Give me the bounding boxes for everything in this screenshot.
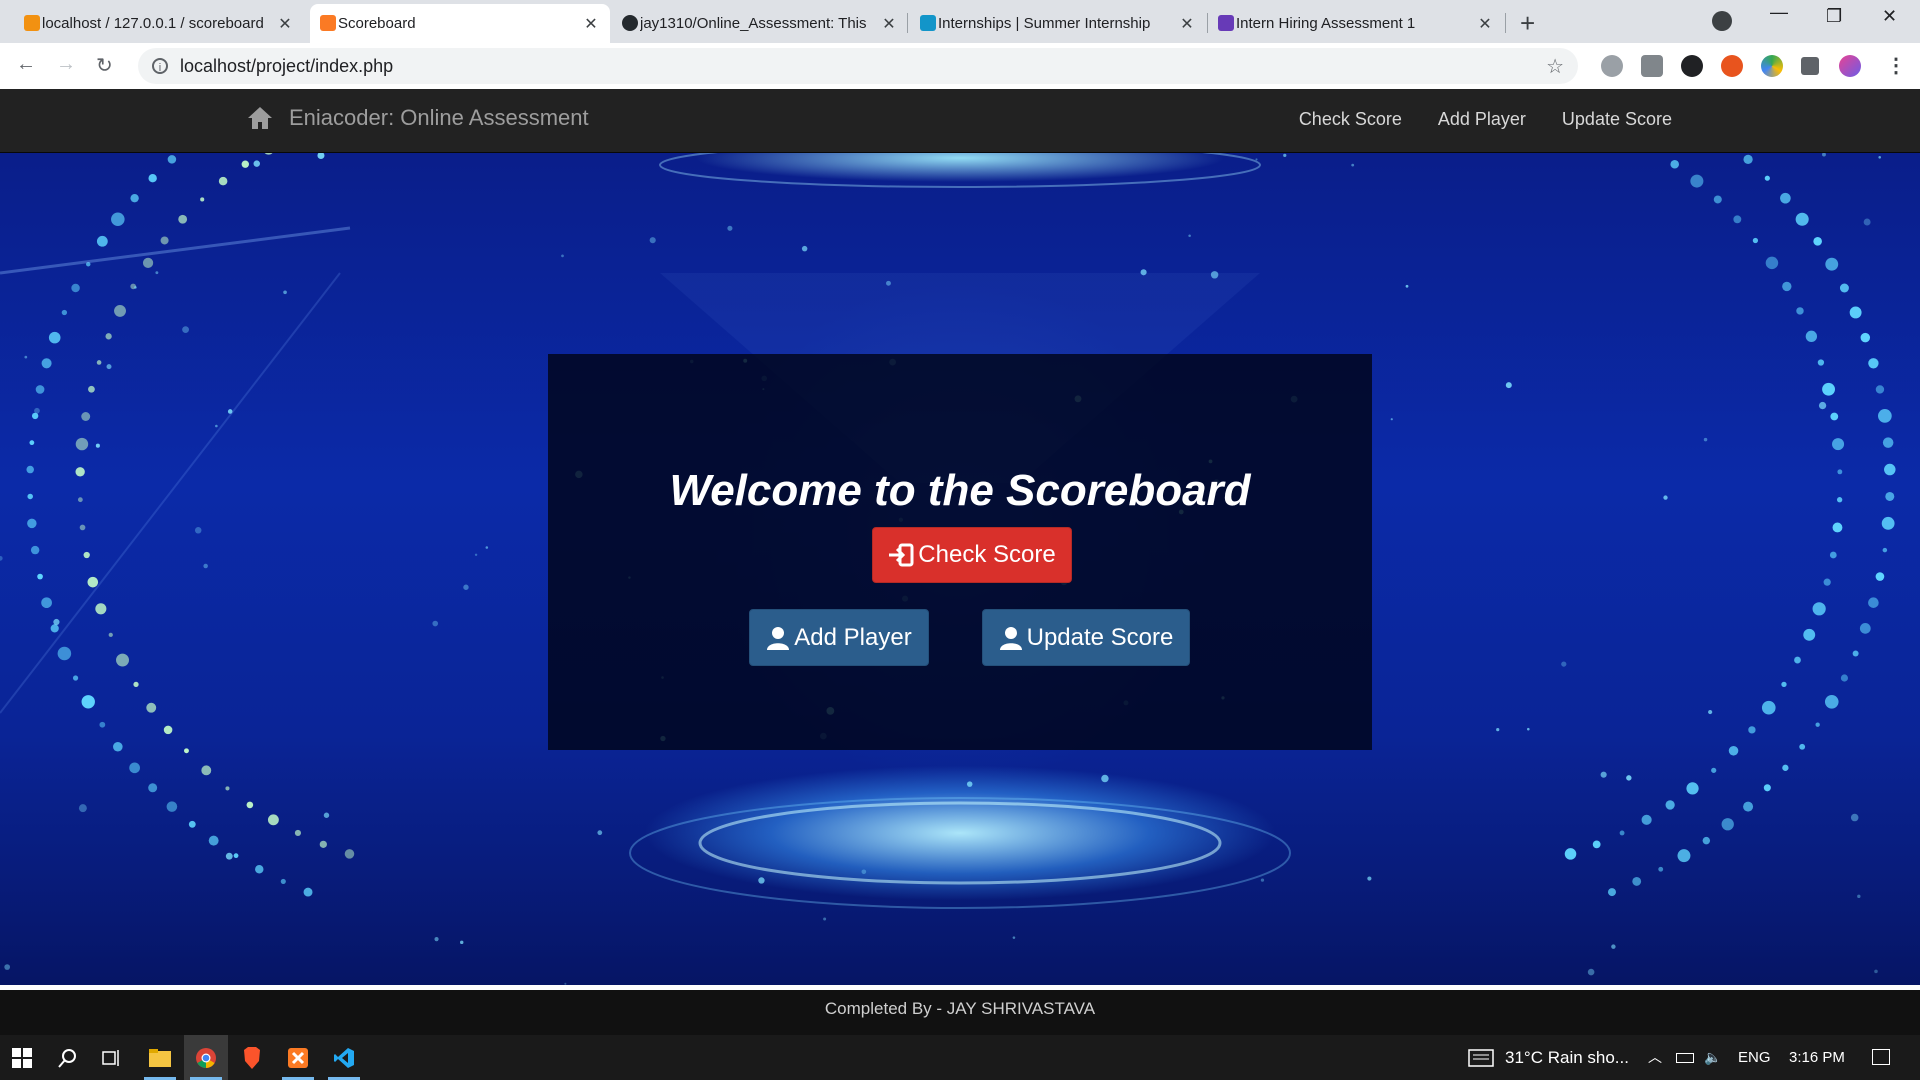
browser-toolbar: ← → ↻ i localhost/project/index.php ☆ ⋮ (0, 43, 1920, 90)
user-icon (767, 626, 790, 650)
windows-start-icon[interactable] (0, 1035, 44, 1080)
update-score-label: Update Score (1026, 623, 1174, 651)
site-navbar: Eniacoder: Online Assessment Check Score… (0, 89, 1920, 153)
tab-search-icon[interactable] (1712, 11, 1732, 31)
hero-background: Welcome to the Scoreboard Check Score Ad… (0, 153, 1920, 985)
tab-scoreboard[interactable]: Scoreboard ✕ (310, 4, 610, 43)
tab-title: Scoreboard (338, 15, 416, 32)
xampp-taskbar-icon[interactable] (276, 1035, 320, 1080)
volume-icon[interactable]: 🔈 (1704, 1049, 1721, 1066)
reload-icon[interactable]: ↻ (96, 53, 113, 78)
footer-credit: Completed By - JAY SHRIVASTAVA (824, 999, 1096, 1018)
forms-icon (1218, 15, 1234, 31)
add-player-button[interactable]: Add Player (749, 609, 929, 666)
close-icon[interactable]: ✕ (880, 14, 898, 34)
tab-title: Internships | Summer Internship (938, 15, 1151, 32)
tab-internshala[interactable]: Internships | Summer Internship ✕ (910, 4, 1206, 43)
tab-title: Intern Hiring Assessment 1 (1236, 15, 1416, 32)
bookmark-star-icon[interactable]: ☆ (1546, 54, 1564, 79)
github-icon (622, 15, 638, 31)
home-icon (248, 107, 272, 129)
site-footer: Completed By - JAY SHRIVASTAVA (0, 990, 1920, 1035)
brave-icon[interactable] (230, 1035, 274, 1080)
tab-title: jay1310/Online_Assessment: This (640, 15, 867, 32)
brand-title: Eniacoder: Online Assessment (289, 105, 589, 130)
adblock-extension-icon[interactable] (1601, 55, 1623, 77)
sign-in-icon (889, 543, 914, 567)
new-tab-plus-icon[interactable]: + (1520, 8, 1535, 39)
close-icon[interactable]: ✕ (582, 14, 600, 34)
tab-divider (1505, 13, 1506, 33)
clock-time[interactable]: 3:16 PM (1789, 1049, 1845, 1066)
language-indicator[interactable]: ENG (1738, 1049, 1771, 1066)
menu-kebab-icon[interactable]: ⋮ (1886, 53, 1906, 78)
tab-forms[interactable]: Intern Hiring Assessment 1 ✕ (1208, 4, 1504, 43)
notifications-icon[interactable] (1872, 1049, 1890, 1065)
navbar-brand[interactable]: Eniacoder: Online Assessment (247, 105, 589, 131)
weather-text[interactable]: 31°C Rain sho... (1505, 1048, 1629, 1068)
task-view-icon[interactable] (90, 1035, 134, 1080)
forward-arrow-icon[interactable]: → (56, 53, 76, 76)
tab-github[interactable]: jay1310/Online_Assessment: This ✕ (612, 4, 908, 43)
tray-chevron-icon[interactable]: ︿ (1648, 1047, 1662, 1067)
windows-taskbar: 31°C Rain sho... ︿ 🔈 ENG 3:16 PM (0, 1035, 1920, 1080)
close-icon[interactable]: ✕ (1476, 14, 1494, 34)
profile-avatar[interactable] (1839, 55, 1861, 77)
close-window-icon[interactable]: ✕ (1882, 6, 1897, 27)
nav-link-add-player[interactable]: Add Player (1438, 109, 1526, 130)
nav-link-check-score[interactable]: Check Score (1299, 109, 1402, 130)
site-info-icon[interactable]: i (152, 58, 168, 74)
check-score-button[interactable]: Check Score (872, 527, 1072, 583)
check-score-label: Check Score (918, 541, 1056, 568)
search-icon[interactable] (46, 1035, 90, 1080)
welcome-heading: Welcome to the Scoreboard (669, 466, 1251, 515)
file-explorer-icon[interactable] (138, 1035, 182, 1080)
color-extension-icon[interactable] (1761, 55, 1783, 77)
news-weather-icon[interactable] (1468, 1049, 1494, 1067)
fire-extension-icon[interactable] (1721, 55, 1743, 77)
tab-title: localhost / 127.0.0.1 / scoreboard (42, 15, 264, 32)
minimize-icon[interactable]: — (1770, 2, 1788, 23)
sync-extension-icon[interactable] (1681, 55, 1703, 77)
close-icon[interactable]: ✕ (276, 14, 294, 34)
restore-icon[interactable]: ❐ (1826, 6, 1842, 27)
nav-link-update-score[interactable]: Update Score (1562, 109, 1672, 130)
battery-icon[interactable] (1676, 1053, 1694, 1063)
vscode-icon[interactable] (322, 1035, 366, 1080)
tab-phpmyadmin[interactable]: localhost / 127.0.0.1 / scoreboard ✕ (14, 4, 304, 43)
tab-divider (907, 13, 908, 33)
browser-tabstrip: localhost / 127.0.0.1 / scoreboard ✕ Sco… (0, 0, 1920, 43)
navbar-links: Check Score Add Player Update Score (1299, 109, 1672, 130)
add-player-label: Add Player (794, 623, 912, 651)
welcome-panel: Welcome to the Scoreboard Check Score Ad… (548, 354, 1372, 750)
internshala-icon (920, 15, 936, 31)
update-score-button[interactable]: Update Score (982, 609, 1190, 666)
back-arrow-icon[interactable]: ← (16, 53, 36, 76)
url-text: localhost/project/index.php (180, 55, 394, 76)
extensions-puzzle-icon[interactable] (1801, 57, 1819, 75)
xampp-icon (320, 15, 336, 31)
user-icon (999, 626, 1022, 650)
close-icon[interactable]: ✕ (1178, 14, 1196, 34)
chrome-taskbar-icon[interactable] (184, 1035, 228, 1080)
phpmyadmin-icon (24, 15, 40, 31)
camera-extension-icon[interactable] (1641, 55, 1663, 77)
address-bar[interactable]: i localhost/project/index.php ☆ (138, 48, 1578, 84)
